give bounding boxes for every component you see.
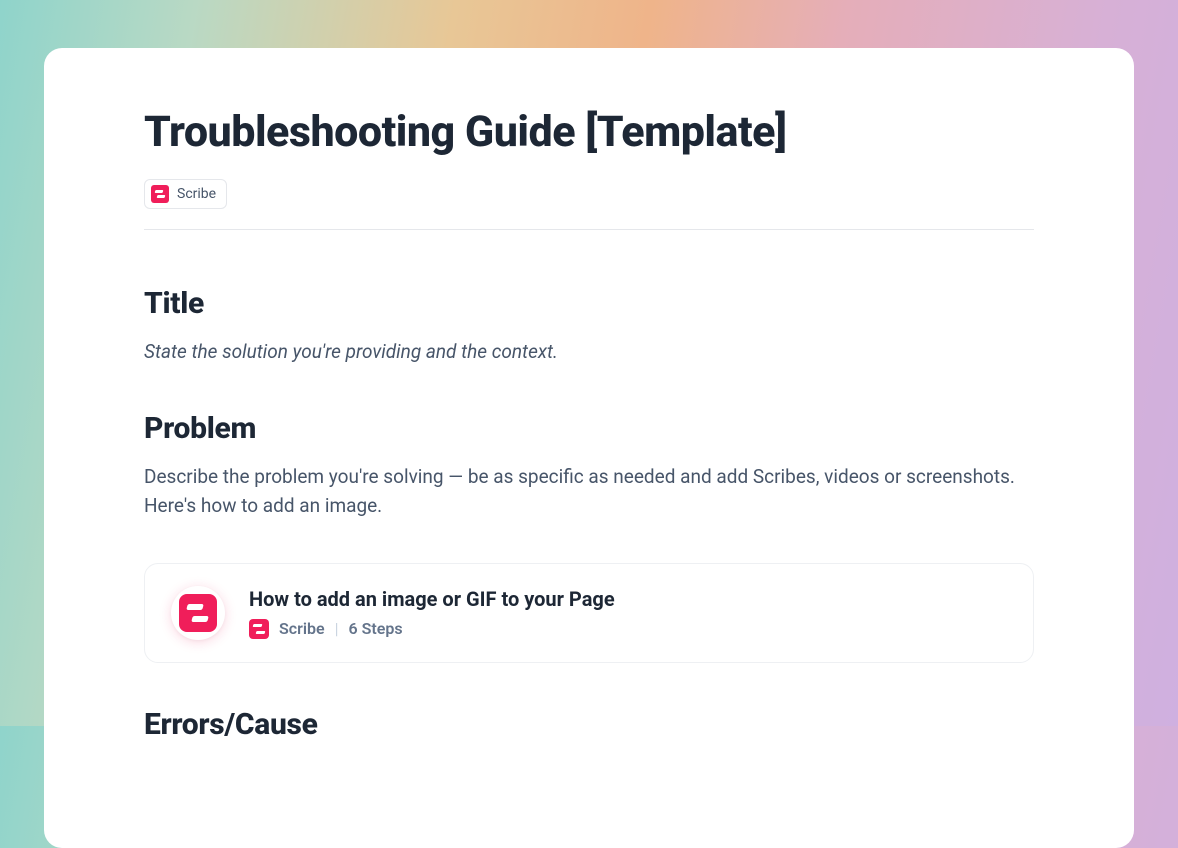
document-title: Troubleshooting Guide [Template] xyxy=(144,108,1034,157)
scribe-icon xyxy=(151,185,169,203)
scribe-icon xyxy=(249,619,269,639)
section-heading: Problem xyxy=(144,411,1034,446)
embed-meta: Scribe | 6 Steps xyxy=(249,619,1007,639)
document-card: Troubleshooting Guide [Template] Scribe … xyxy=(44,48,1134,848)
scribe-embed-card[interactable]: How to add an image or GIF to your Page … xyxy=(144,563,1034,663)
section-heading: Title xyxy=(144,286,1034,321)
embed-body: How to add an image or GIF to your Page … xyxy=(249,587,1007,639)
section-heading: Errors/Cause xyxy=(144,707,1034,742)
separator: | xyxy=(335,619,339,638)
embed-steps: 6 Steps xyxy=(349,619,403,638)
tag-row: Scribe xyxy=(144,179,1034,230)
scribe-tag[interactable]: Scribe xyxy=(144,179,227,209)
scribe-icon xyxy=(179,594,217,632)
section-description: State the solution you're providing and … xyxy=(144,337,1034,366)
scribe-tag-label: Scribe xyxy=(177,186,216,202)
section-title: Title State the solution you're providin… xyxy=(144,286,1034,366)
embed-title: How to add an image or GIF to your Page xyxy=(249,587,1007,611)
section-problem: Problem Describe the problem you're solv… xyxy=(144,411,1034,663)
section-errors: Errors/Cause xyxy=(144,707,1034,742)
section-description: Describe the problem you're solving — be… xyxy=(144,462,1034,521)
embed-icon-wrap xyxy=(171,586,225,640)
embed-source: Scribe xyxy=(279,619,325,638)
